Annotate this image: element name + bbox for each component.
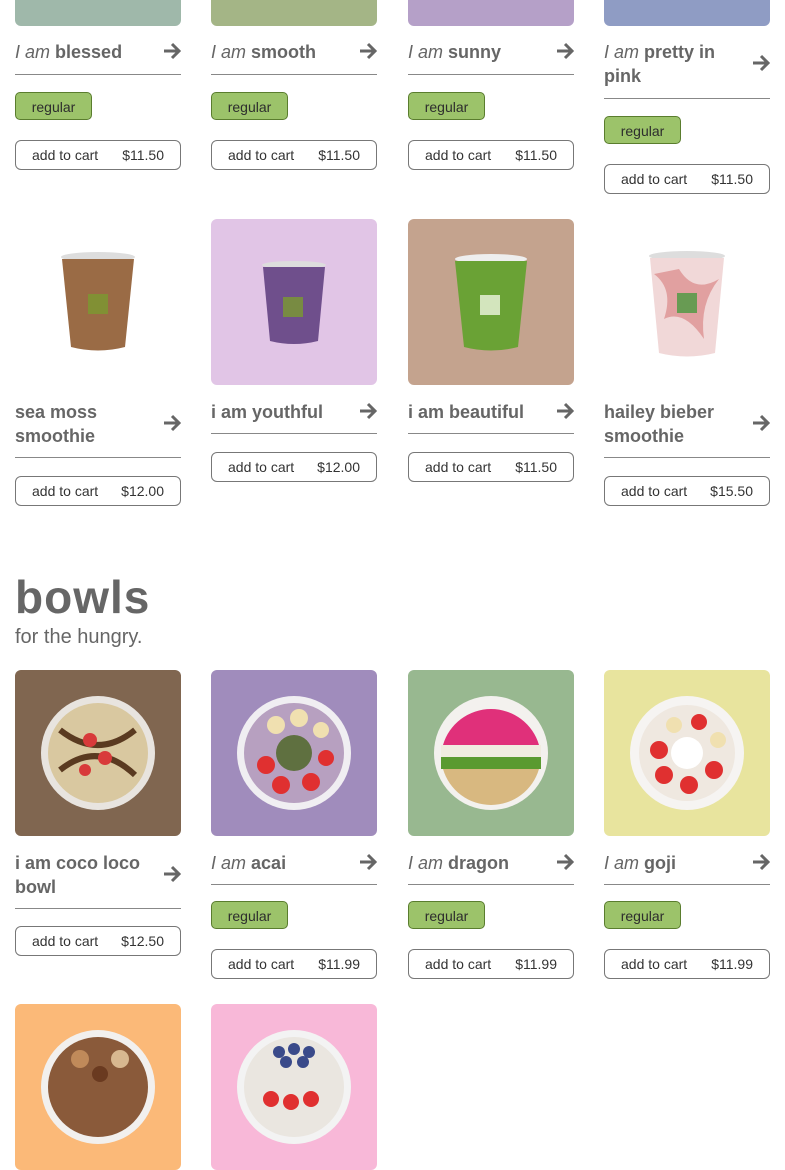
- add-to-cart-button[interactable]: add to cart $12.00: [211, 452, 377, 482]
- arrow-right-icon[interactable]: [163, 865, 181, 883]
- bowl-image: [211, 670, 377, 836]
- product-image[interactable]: [15, 0, 181, 26]
- product-name[interactable]: sea moss smoothie: [15, 400, 181, 448]
- smoothie-cup-image: [211, 219, 377, 385]
- product-image[interactable]: [15, 219, 181, 385]
- product-image[interactable]: [211, 1004, 377, 1170]
- add-to-cart-button[interactable]: add to cart $11.50: [211, 140, 377, 170]
- size-option[interactable]: regular: [408, 92, 485, 120]
- product-image[interactable]: [408, 219, 574, 385]
- bowl-image: [408, 670, 574, 836]
- product-name[interactable]: I am acai: [211, 851, 377, 875]
- arrow-right-icon[interactable]: [752, 853, 770, 871]
- size-option[interactable]: regular: [211, 92, 288, 120]
- add-to-cart-button[interactable]: add to cart $11.50: [604, 164, 770, 194]
- product-image[interactable]: [604, 0, 770, 26]
- arrow-right-icon[interactable]: [752, 414, 770, 432]
- product-name[interactable]: I am smooth: [211, 40, 377, 64]
- divider: [604, 884, 770, 885]
- add-to-cart-button[interactable]: add to cart $12.00: [15, 476, 181, 506]
- divider: [15, 457, 181, 458]
- arrow-right-icon[interactable]: [359, 853, 377, 871]
- section-subtitle: for the hungry.: [15, 626, 143, 648]
- add-to-cart-button[interactable]: add to cart $11.99: [211, 949, 377, 979]
- product-image[interactable]: [211, 0, 377, 26]
- divider: [408, 433, 574, 434]
- add-to-cart-button[interactable]: add to cart $11.50: [15, 140, 181, 170]
- product-image[interactable]: [408, 0, 574, 26]
- product-image[interactable]: [15, 1004, 181, 1170]
- product-name[interactable]: I am pretty in pink: [604, 40, 770, 88]
- bowl-image: [15, 1004, 181, 1170]
- smoothie-cup-image: [408, 219, 574, 385]
- bowl-image: [604, 670, 770, 836]
- arrow-right-icon[interactable]: [556, 853, 574, 871]
- add-to-cart-button[interactable]: add to cart $11.50: [408, 140, 574, 170]
- arrow-right-icon[interactable]: [556, 42, 574, 60]
- bowl-image: [211, 1004, 377, 1170]
- divider: [211, 74, 377, 75]
- divider: [211, 433, 377, 434]
- add-to-cart-button[interactable]: add to cart $15.50: [604, 476, 770, 506]
- size-option[interactable]: regular: [604, 116, 681, 144]
- size-option[interactable]: regular: [604, 901, 681, 929]
- section-title: bowls: [15, 571, 151, 623]
- product-name[interactable]: I am blessed: [15, 40, 181, 64]
- size-option[interactable]: regular: [15, 92, 92, 120]
- product-name[interactable]: i am coco loco bowl: [15, 851, 181, 899]
- add-to-cart-button[interactable]: add to cart $11.99: [604, 949, 770, 979]
- smoothie-cup-image: [15, 219, 181, 385]
- arrow-right-icon[interactable]: [752, 54, 770, 72]
- divider: [408, 884, 574, 885]
- size-option[interactable]: regular: [211, 901, 288, 929]
- product-name[interactable]: I am goji: [604, 851, 770, 875]
- add-to-cart-button[interactable]: add to cart $12.50: [15, 926, 181, 956]
- divider: [15, 908, 181, 909]
- divider: [211, 884, 377, 885]
- arrow-right-icon[interactable]: [163, 42, 181, 60]
- product-image[interactable]: [408, 670, 574, 836]
- arrow-right-icon[interactable]: [359, 402, 377, 420]
- add-to-cart-button[interactable]: add to cart $11.50: [408, 452, 574, 482]
- smoothie-cup-image: [604, 219, 770, 385]
- product-image[interactable]: [211, 670, 377, 836]
- bowl-image: [15, 670, 181, 836]
- divider: [408, 74, 574, 75]
- add-to-cart-button[interactable]: add to cart $11.99: [408, 949, 574, 979]
- divider: [15, 74, 181, 75]
- product-name[interactable]: I am dragon: [408, 851, 574, 875]
- product-name[interactable]: i am beautiful: [408, 400, 574, 424]
- product-image[interactable]: [604, 670, 770, 836]
- product-name[interactable]: I am sunny: [408, 40, 574, 64]
- product-name[interactable]: hailey bieber smoothie: [604, 400, 770, 448]
- product-image[interactable]: [604, 219, 770, 385]
- product-name[interactable]: i am youthful: [211, 400, 377, 424]
- divider: [604, 457, 770, 458]
- size-option[interactable]: regular: [408, 901, 485, 929]
- arrow-right-icon[interactable]: [359, 42, 377, 60]
- product-image[interactable]: [211, 219, 377, 385]
- arrow-right-icon[interactable]: [556, 402, 574, 420]
- product-image[interactable]: [15, 670, 181, 836]
- divider: [604, 98, 770, 99]
- arrow-right-icon[interactable]: [163, 414, 181, 432]
